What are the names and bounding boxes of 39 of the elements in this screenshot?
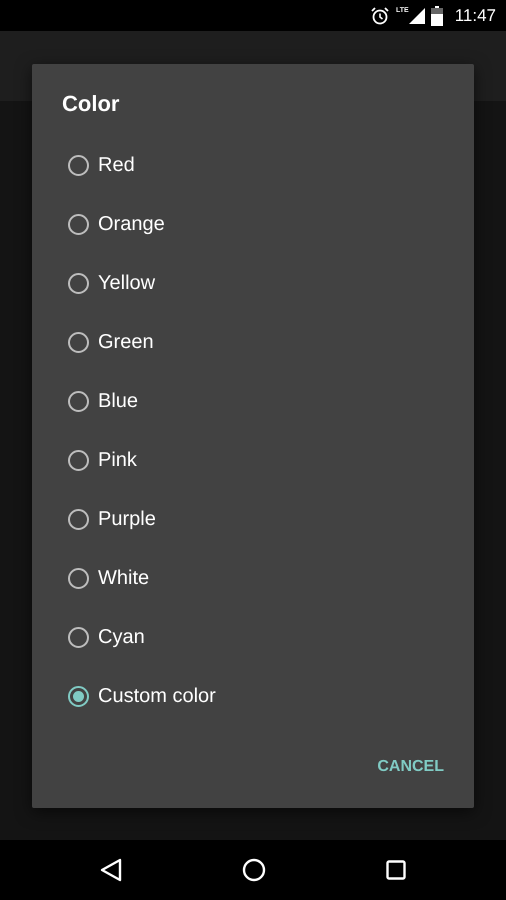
radio-button[interactable] [68, 391, 89, 412]
radio-button[interactable] [68, 568, 89, 589]
signal-icon [408, 8, 425, 24]
dialog-title: Color [61, 90, 120, 118]
radio-button[interactable] [68, 450, 89, 471]
color-option[interactable]: Custom color [32, 667, 474, 726]
option-label: Purple [98, 508, 156, 531]
color-option[interactable]: Purple [32, 490, 474, 549]
home-icon[interactable] [242, 858, 266, 882]
color-option[interactable]: Pink [32, 431, 474, 490]
color-option[interactable]: White [32, 549, 474, 608]
cancel-button[interactable]: CANCEL [371, 750, 450, 784]
color-option[interactable]: Blue [32, 372, 474, 431]
option-label: Red [98, 154, 135, 177]
alarm-clock-icon [370, 6, 390, 26]
option-label: Pink [98, 449, 137, 472]
color-option[interactable]: Orange [32, 195, 474, 254]
color-option[interactable]: Yellow [32, 254, 474, 313]
option-label: Yellow [98, 272, 156, 295]
radio-button[interactable] [68, 273, 89, 294]
back-icon[interactable] [100, 858, 122, 882]
radio-button[interactable] [68, 509, 89, 530]
radio-button[interactable] [68, 214, 89, 235]
recents-icon[interactable] [386, 860, 406, 880]
option-label: White [98, 567, 150, 590]
radio-button[interactable] [68, 155, 89, 176]
battery-icon [430, 6, 443, 26]
color-option[interactable]: Red [32, 136, 474, 195]
option-label: Orange [98, 213, 165, 236]
clock-time: 11:47 [454, 6, 496, 26]
color-option[interactable]: Green [32, 313, 474, 372]
option-label: Custom color [98, 685, 216, 708]
radio-button[interactable] [68, 627, 89, 648]
radio-button[interactable] [68, 332, 89, 353]
color-option[interactable]: Cyan [32, 608, 474, 667]
option-label: Blue [98, 390, 138, 413]
radio-button[interactable] [68, 686, 89, 707]
option-label: Cyan [98, 626, 145, 649]
option-label: Green [98, 331, 154, 354]
